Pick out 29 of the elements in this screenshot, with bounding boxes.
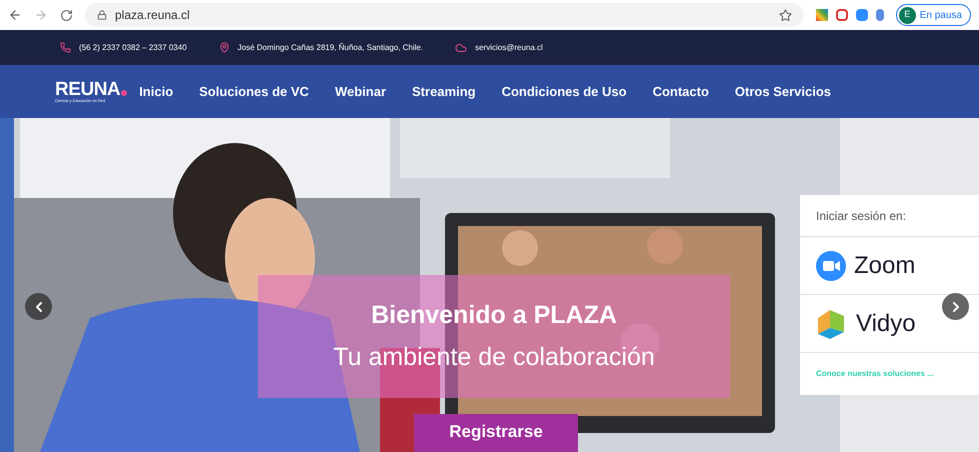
- phone-number: (56 2) 2337 0382 – 2337 0340: [79, 42, 187, 54]
- nav-link[interactable]: Soluciones de VC: [199, 82, 309, 102]
- hero-title: Bienvenido a PLAZA: [371, 300, 617, 331]
- video-camera-icon: [816, 250, 846, 280]
- bookmark-star-icon[interactable]: [778, 8, 792, 22]
- nav-link[interactable]: Otros Servicios: [734, 82, 832, 102]
- nav-link[interactable]: Webinar: [334, 82, 386, 102]
- reload-icon[interactable]: [60, 8, 73, 22]
- register-button[interactable]: Registrarse: [414, 414, 578, 452]
- address-text: José Domingo Cañas 2819, Ñuñoa, Santiago, Chile.: [238, 42, 424, 54]
- avatar-icon: E: [898, 6, 916, 24]
- extension-icons-drawing[interactable]: [816, 9, 884, 21]
- nav-link[interactable]: Contacto: [652, 82, 709, 102]
- pin-icon: [218, 42, 230, 53]
- back-icon[interactable]: [8, 8, 22, 22]
- hero-subtitle: Tu ambiente de colaboración: [333, 342, 655, 372]
- nav-link[interactable]: Condiciones de Uso: [502, 82, 627, 102]
- phone-icon: [60, 42, 71, 53]
- nav-link[interactable]: Inicio: [139, 82, 174, 102]
- login-heading: Iniciar sesión en:: [816, 208, 906, 224]
- cloud-icon: [455, 42, 468, 54]
- email-link[interactable]: servicios@reuna.cl: [475, 42, 543, 54]
- lock-icon: [97, 10, 107, 20]
- address-bar[interactable]: plaza.reuna.cl: [85, 3, 804, 27]
- service-link[interactable]: Zoom: [800, 237, 979, 295]
- profile-status: En pausa: [920, 8, 962, 22]
- url-text: plaza.reuna.cl: [115, 7, 190, 24]
- nav-link[interactable]: Streaming: [412, 82, 476, 102]
- profile-button[interactable]: E En pausa: [896, 4, 971, 26]
